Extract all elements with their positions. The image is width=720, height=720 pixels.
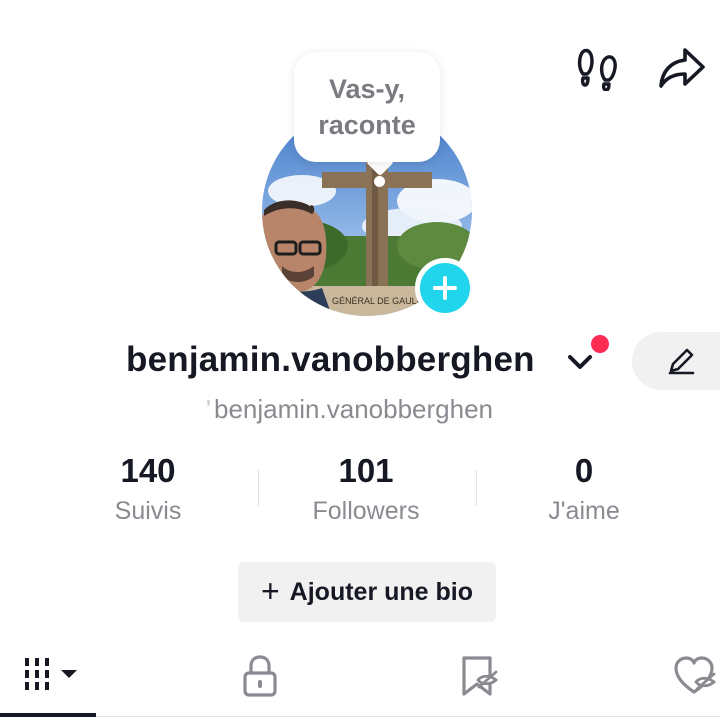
bio-plus-icon: +	[260, 572, 280, 609]
profile-tabs	[0, 636, 720, 720]
stat-followers[interactable]: 101 Followers	[266, 450, 466, 528]
share-icon	[659, 48, 705, 88]
tabs-border	[0, 716, 720, 717]
pencil-icon	[668, 348, 695, 375]
grid-icon	[25, 658, 77, 690]
footprints-icon	[577, 48, 617, 91]
stat-likes-value: 0	[574, 452, 594, 489]
tab-dropdown-icon	[61, 670, 77, 678]
handle-prefix: '	[206, 394, 211, 424]
stat-followers-label: Followers	[312, 497, 420, 525]
edit-profile-button[interactable]	[632, 332, 720, 390]
handle-text: benjamin.vanobberghen	[214, 394, 493, 424]
tab-private[interactable]	[212, 636, 308, 716]
add-bio-button[interactable]: + Ajouter une bio	[238, 562, 496, 622]
heart-hidden-icon	[674, 656, 717, 694]
stat-following-label: Suivis	[114, 497, 182, 525]
stats-divider	[258, 470, 259, 506]
stat-following-value: 140	[120, 452, 176, 489]
tab-liked[interactable]	[648, 636, 720, 716]
stats-row: 140 Suivis 101 Followers 0 J'aime	[0, 450, 720, 530]
stat-following[interactable]: 140 Suivis	[48, 450, 248, 528]
account-switcher-button[interactable]	[566, 348, 594, 381]
active-tab-indicator	[0, 713, 96, 717]
story-prompt-bubble[interactable]: Vas-y, raconte	[294, 52, 440, 162]
username[interactable]: benjamin.vanobberghen	[126, 340, 535, 380]
tab-videos[interactable]	[0, 636, 96, 716]
stats-divider	[476, 470, 477, 506]
stat-likes-label: J'aime	[548, 497, 620, 525]
bubble-line-1: Vas-y,	[328, 74, 406, 104]
bubble-line-2: raconte	[318, 110, 416, 140]
share-button[interactable]	[656, 42, 708, 94]
footprints-button[interactable]	[572, 42, 624, 94]
profile-handle: ' benjamin.vanobberghen	[206, 394, 493, 425]
add-bio-label: Ajouter une bio	[289, 577, 473, 606]
avatar-caption: GÉNÉRAL DE GAULLE	[332, 296, 428, 306]
chevron-down-icon	[568, 355, 592, 369]
plus-icon	[433, 276, 457, 300]
tab-saved[interactable]	[430, 636, 526, 716]
bookmark-hidden-icon	[462, 656, 499, 696]
notification-dot	[591, 335, 609, 353]
stat-likes[interactable]: 0 J'aime	[484, 450, 684, 528]
add-avatar-button[interactable]	[415, 258, 475, 318]
username-row: benjamin.vanobberghen	[0, 334, 720, 390]
bubble-dot	[374, 176, 385, 187]
lock-icon	[243, 655, 277, 697]
stat-followers-value: 101	[338, 452, 394, 489]
